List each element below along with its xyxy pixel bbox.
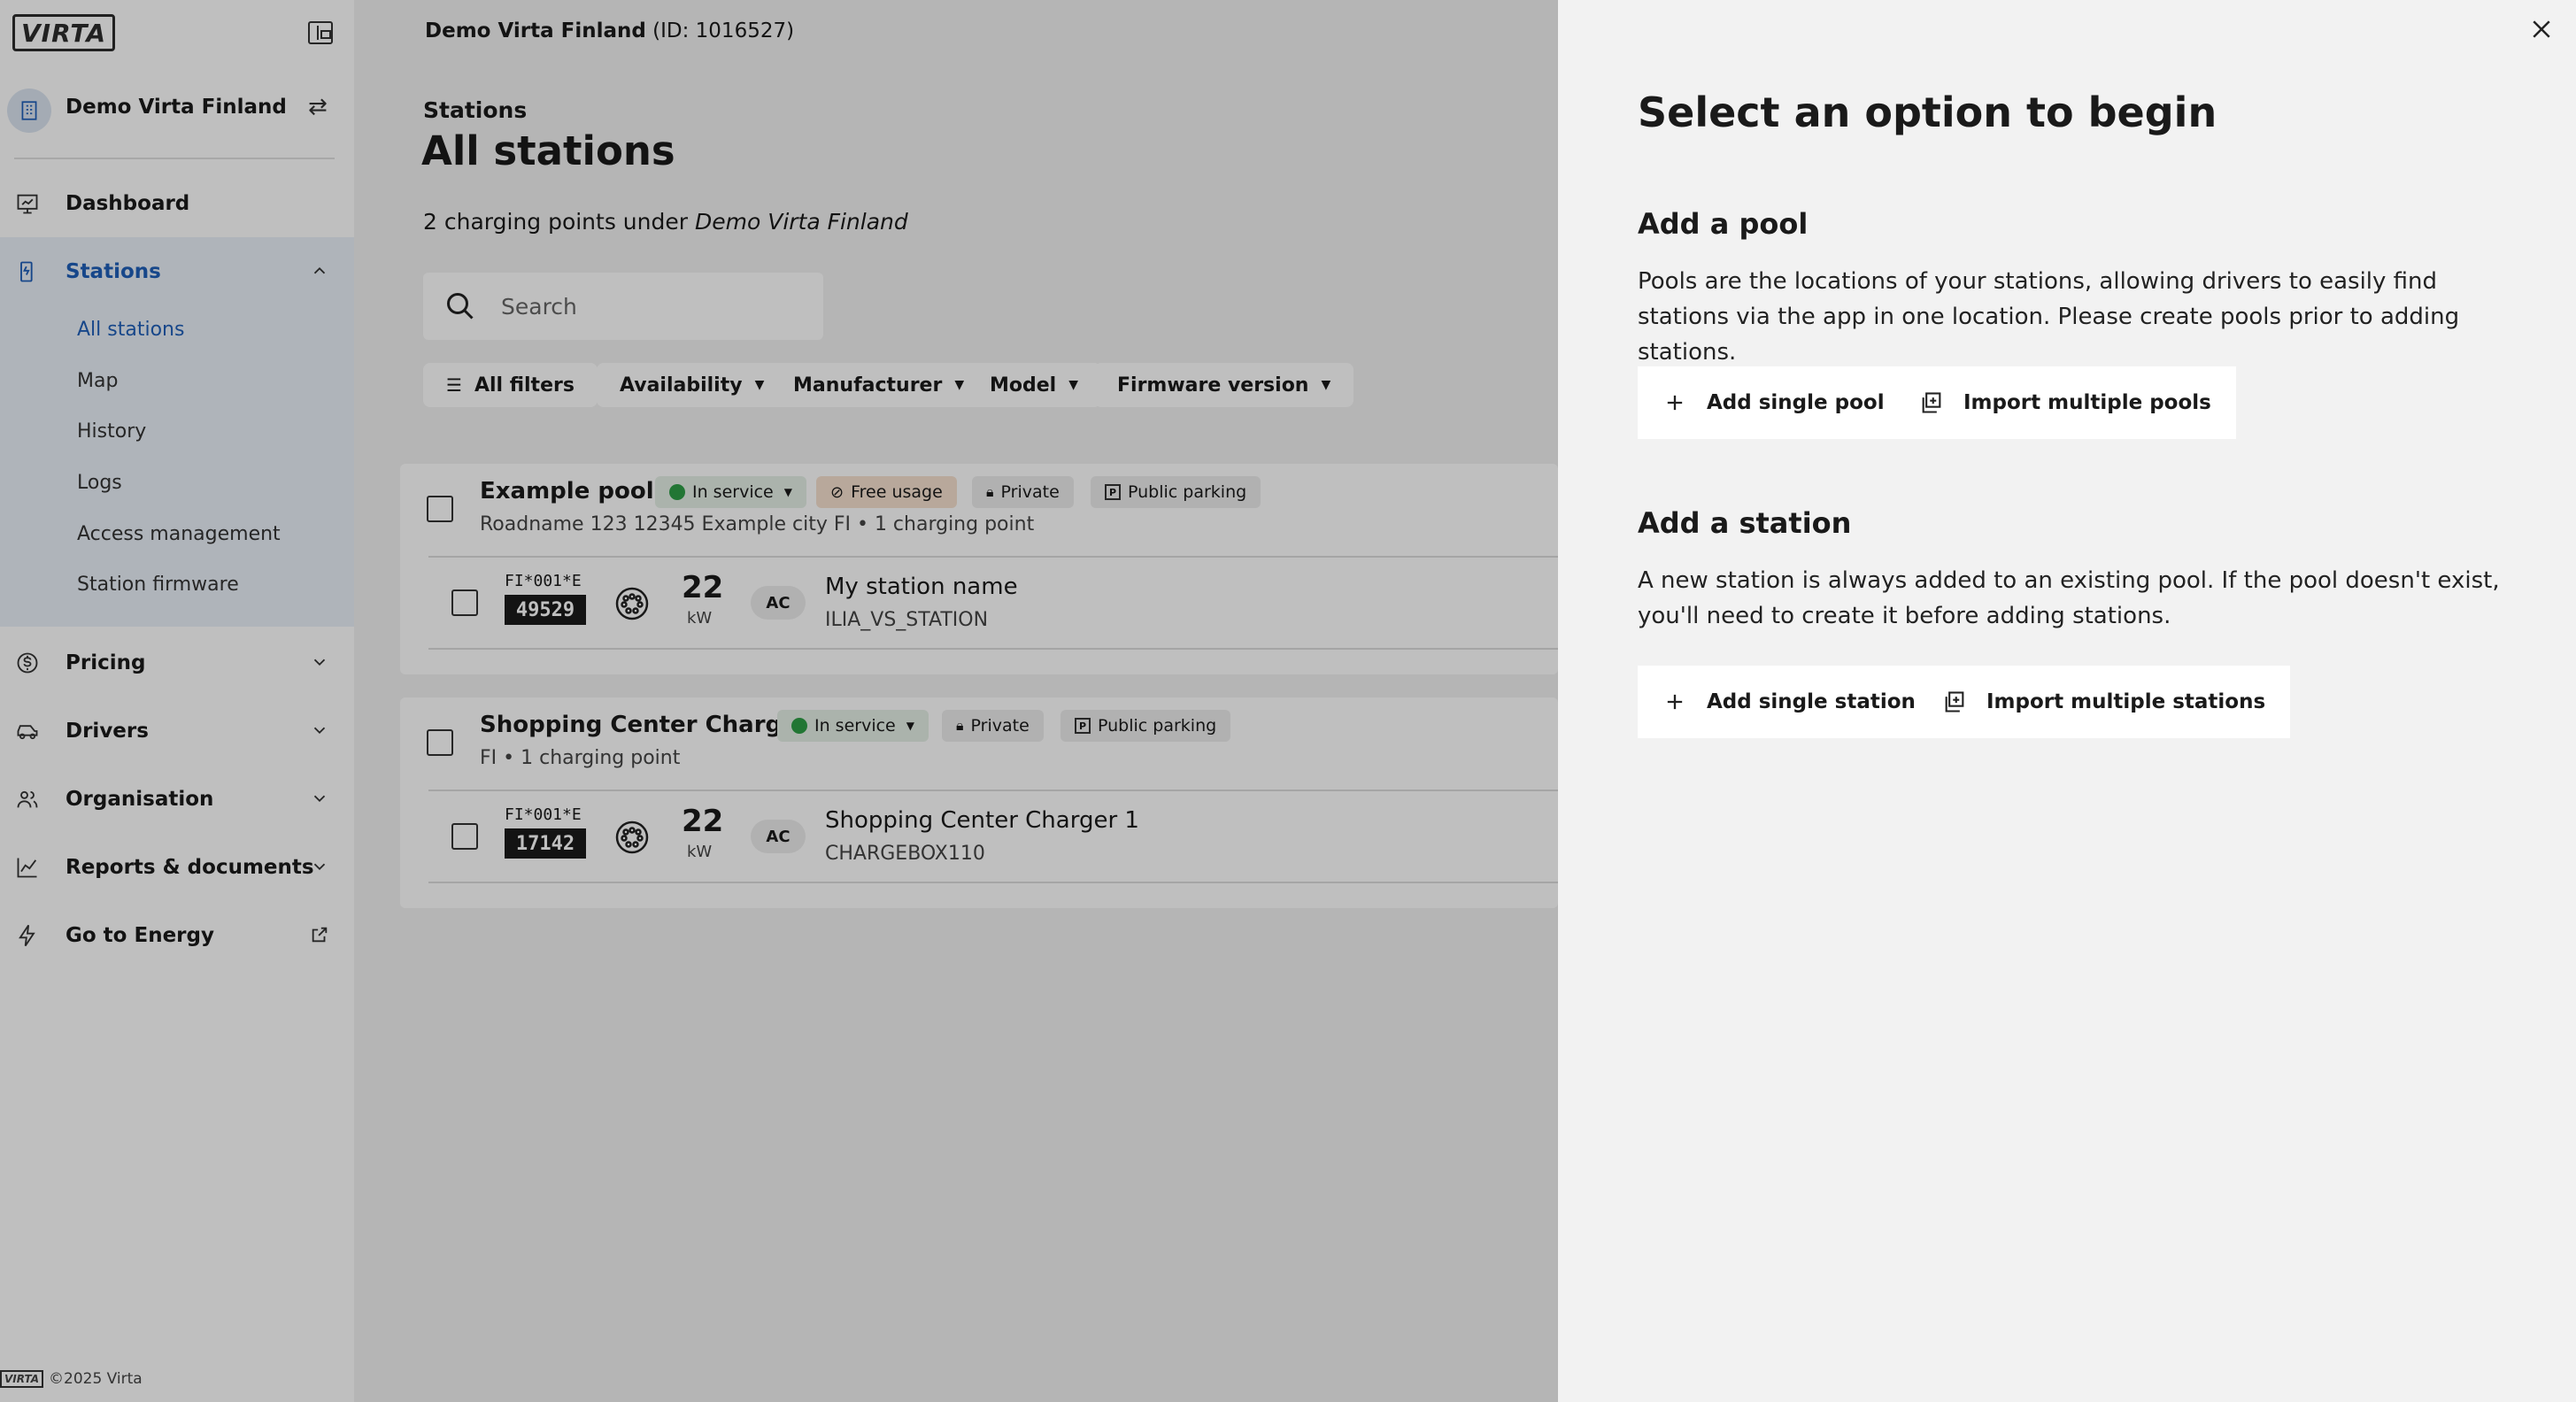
- close-icon[interactable]: [2528, 16, 2555, 42]
- modal-backdrop[interactable]: [0, 0, 1558, 1402]
- button-label: Import multiple pools: [1963, 391, 2211, 414]
- import-multiple-pools-button[interactable]: Import multiple pools: [1894, 366, 2236, 439]
- import-multiple-stations-button[interactable]: Import multiple stations: [1917, 666, 2291, 738]
- panel-title: Select an option to begin: [1638, 89, 2217, 136]
- add-station-heading: Add a station: [1638, 506, 1852, 540]
- add-station-description: A new station is always added to an exis…: [1638, 567, 2500, 629]
- button-label: Add single station: [1707, 690, 1916, 713]
- copy-add-icon: [1919, 390, 1944, 415]
- plus-icon: [1662, 689, 1687, 714]
- add-option-panel: Select an option to begin Add a pool Poo…: [1558, 0, 2576, 1402]
- button-label: Import multiple stations: [1986, 690, 2266, 713]
- copy-add-icon: [1942, 689, 1967, 714]
- add-pool-heading: Add a pool: [1638, 207, 1809, 241]
- add-pool-description: Pools are the locations of your stations…: [1638, 268, 2460, 366]
- button-label: Add single pool: [1707, 391, 1885, 414]
- add-single-pool-button[interactable]: Add single pool: [1638, 366, 1909, 439]
- plus-icon: [1662, 390, 1687, 415]
- add-single-station-button[interactable]: Add single station: [1638, 666, 1940, 738]
